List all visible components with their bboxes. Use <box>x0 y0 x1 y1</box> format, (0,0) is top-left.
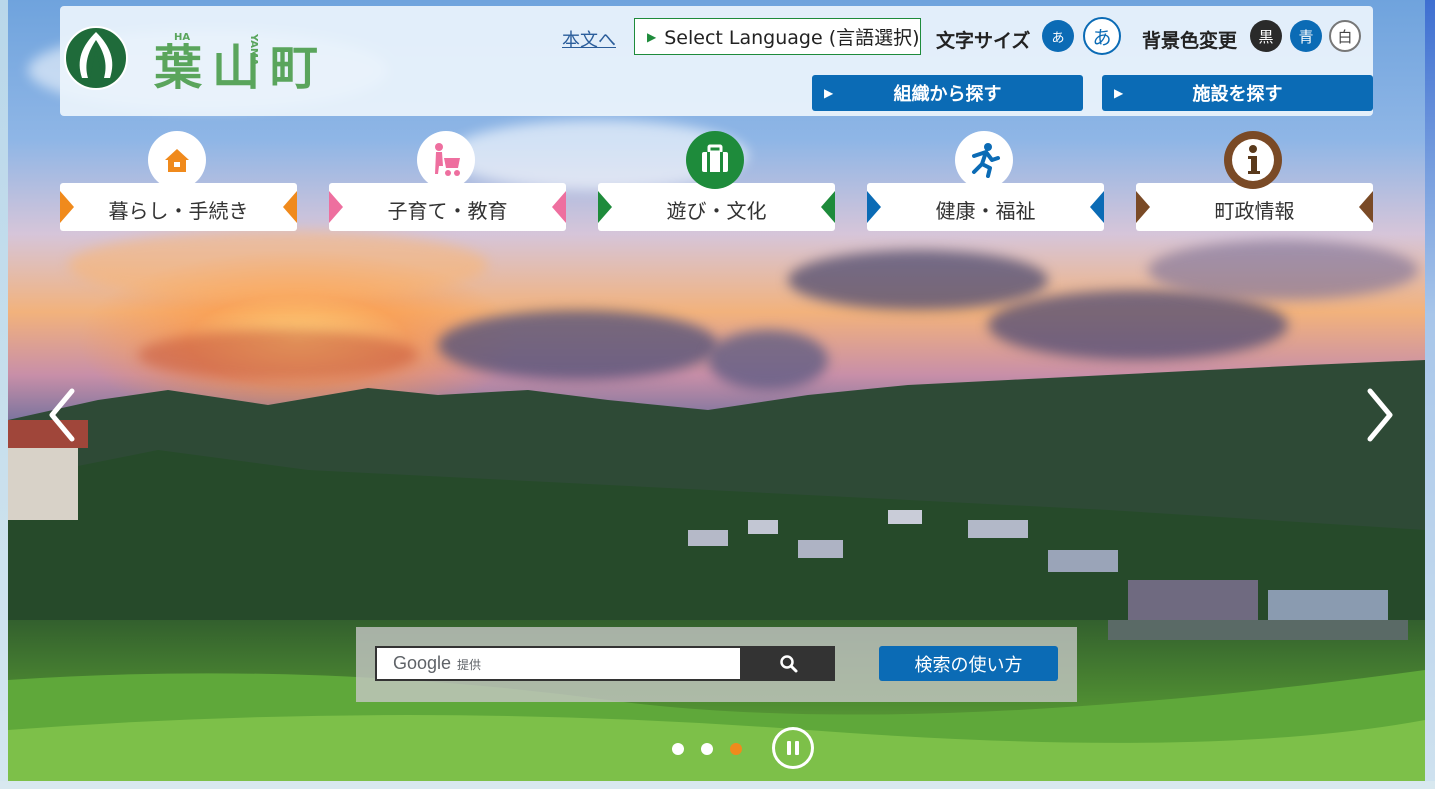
search-by-facility-label: 施設を探す <box>1192 84 1283 105</box>
search-provider-label: Google <box>393 653 452 673</box>
nav-label: 子育て・教育 <box>387 199 508 223</box>
logo-romaji-ha: HA <box>174 32 191 43</box>
page-bottom-strip <box>0 781 1435 789</box>
play-triangle-icon: ▶ <box>824 86 834 100</box>
search-by-organization-button[interactable]: ▶ 組織から探す <box>812 75 1083 111</box>
bg-white-button[interactable]: 白 <box>1329 20 1361 52</box>
nav-label: 健康・福祉 <box>935 199 1036 223</box>
search-by-organization-label: 組織から探す <box>893 84 1002 105</box>
nav-childcare-education[interactable]: 子育て・教育 <box>329 131 566 231</box>
info-icon <box>1224 131 1282 189</box>
slideshow-pause-button[interactable] <box>772 727 814 769</box>
suitcase-icon <box>686 131 744 189</box>
stroller-icon <box>417 131 475 189</box>
nav-town-administration[interactable]: 町政情報 <box>1136 131 1373 231</box>
house-icon <box>148 131 206 189</box>
pause-icon <box>787 741 791 755</box>
font-size-label: 文字サイズ <box>936 30 1031 52</box>
town-emblem-icon[interactable] <box>64 26 128 90</box>
bg-blue-button[interactable]: 青 <box>1290 20 1322 52</box>
page-left-edge <box>0 0 8 789</box>
nav-label: 遊び・文化 <box>666 199 767 223</box>
slide-indicator-3-active[interactable] <box>730 743 742 755</box>
nav-health-welfare[interactable]: 健康・福祉 <box>867 131 1104 231</box>
font-size-small-button[interactable]: あ <box>1042 20 1074 52</box>
nav-label: 町政情報 <box>1214 199 1295 223</box>
slide-indicator-1[interactable] <box>672 743 684 755</box>
bg-black-button[interactable]: 黒 <box>1250 20 1282 52</box>
site-search-panel: Google 提供 検索の使い方 <box>356 627 1077 702</box>
nav-label: 暮らし・手続き <box>108 199 249 223</box>
slide-indicator-2[interactable] <box>701 743 713 755</box>
select-language-button[interactable]: ▶ Select Language (言語選択) <box>634 18 921 55</box>
search-submit-button[interactable] <box>742 646 835 681</box>
background-color-label: 背景色変更 <box>1142 30 1238 52</box>
page-right-edge <box>1425 0 1435 789</box>
select-language-label: Select Language (言語選択) <box>664 27 920 49</box>
search-help-button[interactable]: 検索の使い方 <box>879 646 1058 681</box>
site-header: 葉山町 HA YAMA 本文へ ▶ Select Language (言語選択)… <box>60 6 1373 116</box>
running-person-icon <box>955 131 1013 189</box>
search-provider-suffix: 提供 <box>457 658 482 672</box>
nav-living-procedures[interactable]: 暮らし・手続き <box>60 131 297 231</box>
logo-romaji-yama: YAMA <box>248 34 259 66</box>
play-triangle-icon: ▶ <box>1114 86 1124 100</box>
search-icon <box>779 654 797 672</box>
play-triangle-icon: ▶ <box>647 29 657 44</box>
skip-to-content-link[interactable]: 本文へ <box>562 26 616 52</box>
search-input[interactable]: Google 提供 <box>375 646 742 681</box>
font-size-large-button[interactable]: あ <box>1083 17 1121 55</box>
search-by-facility-button[interactable]: ▶ 施設を探す <box>1102 75 1373 111</box>
carousel-next-arrow-icon[interactable] <box>1360 385 1400 445</box>
carousel-prev-arrow-icon[interactable] <box>42 385 82 445</box>
nav-leisure-culture[interactable]: 遊び・文化 <box>598 131 835 231</box>
